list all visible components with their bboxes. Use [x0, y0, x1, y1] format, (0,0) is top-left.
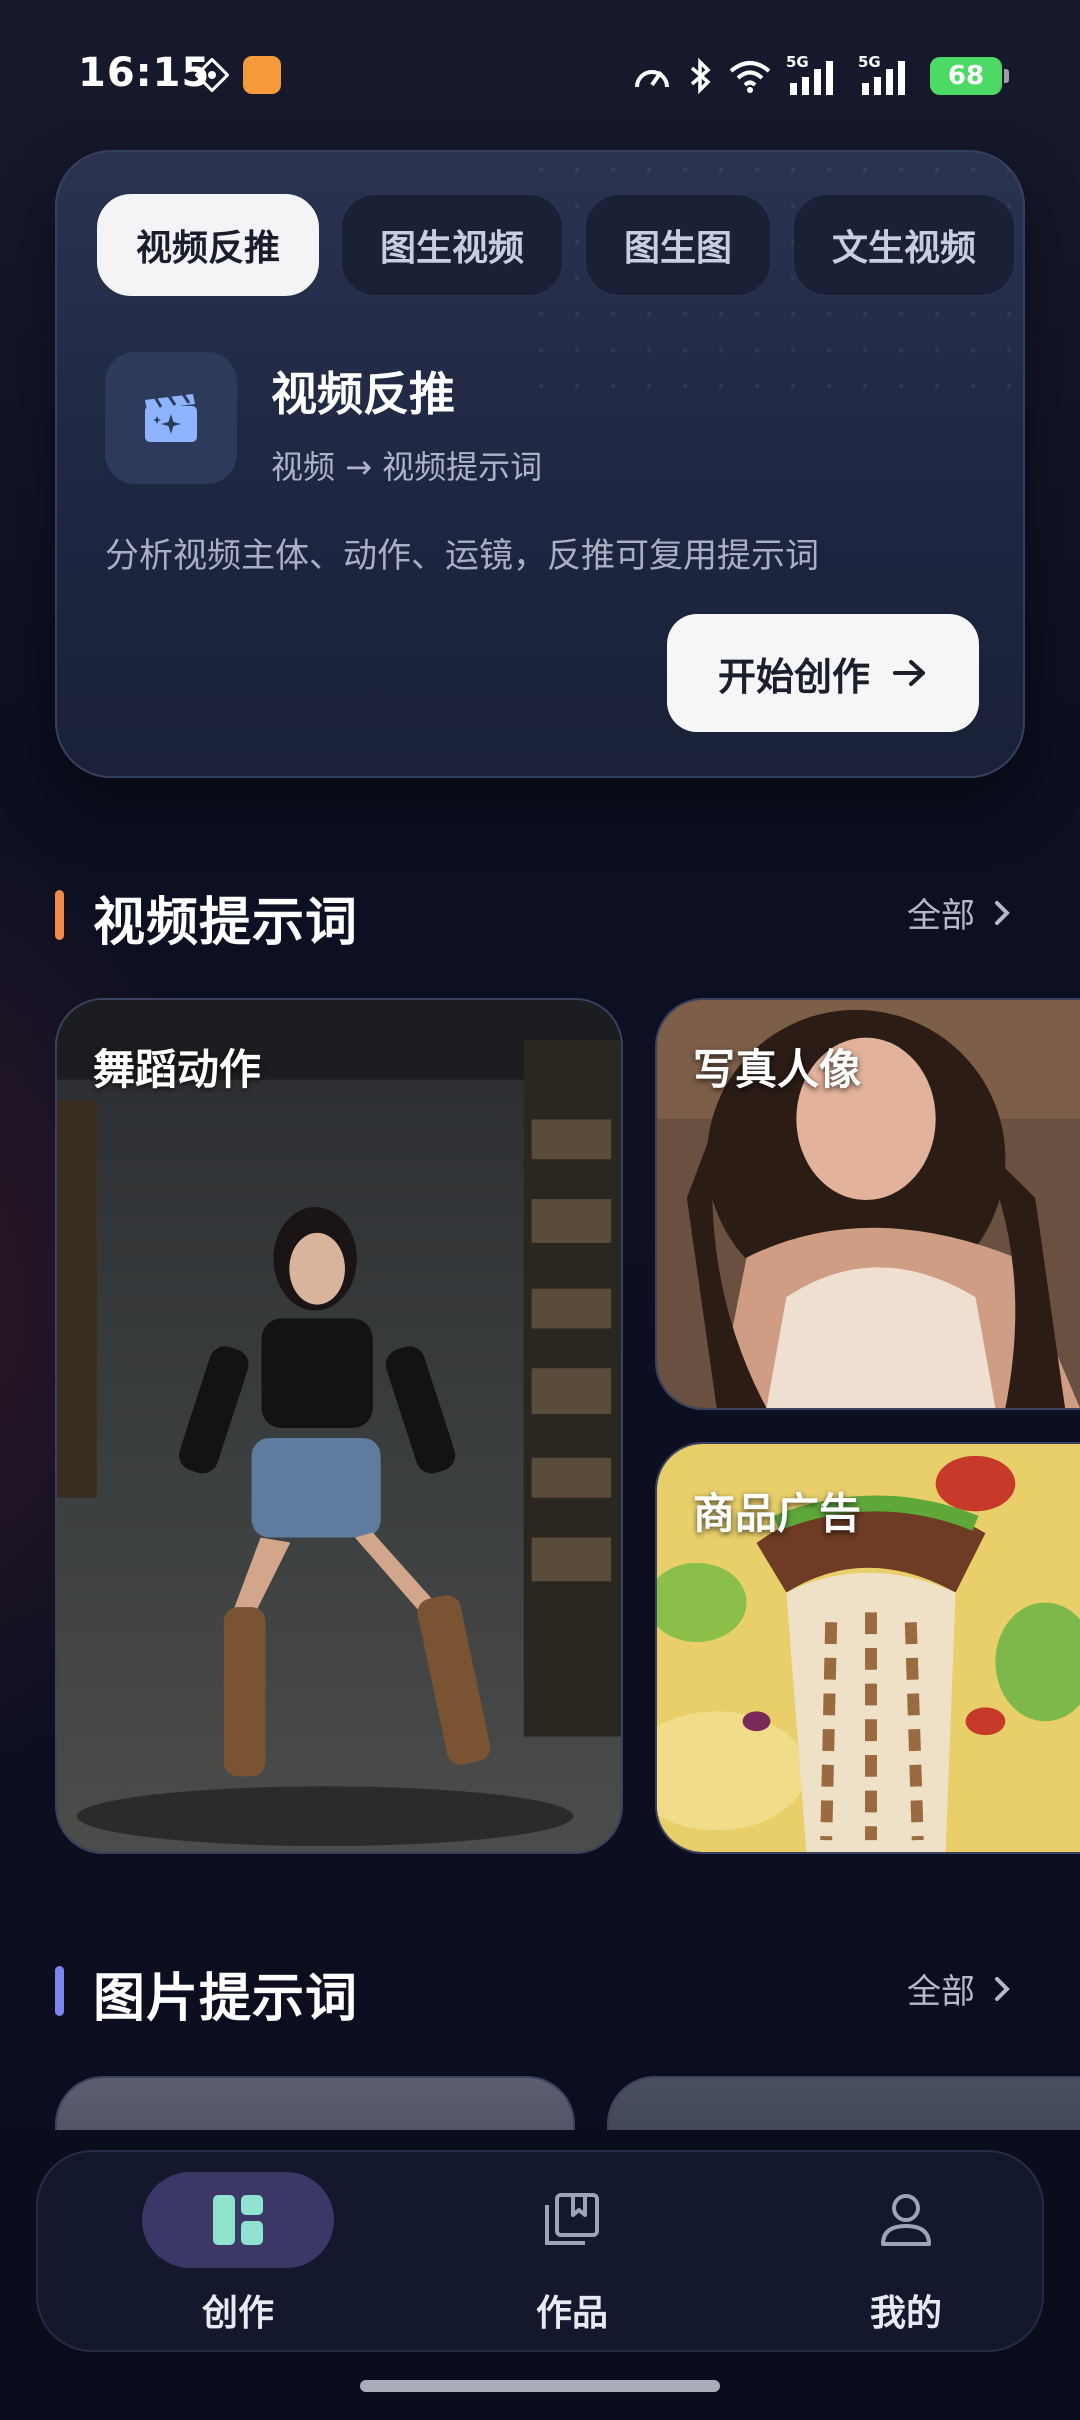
nav-active-pill — [142, 2172, 334, 2268]
chevron-right-icon — [995, 900, 1010, 925]
start-create-button[interactable]: 开始创作 — [667, 614, 979, 732]
see-all-label: 全部 — [907, 896, 975, 936]
see-all-link[interactable]: 全部 — [907, 1964, 1011, 2013]
video-sparkle-icon — [105, 352, 237, 484]
card-label: 舞蹈动作 — [93, 1045, 262, 1094]
cellular-signal-2: 5G — [858, 53, 916, 95]
feature-title: 视频反推 — [271, 367, 455, 421]
nav-pill — [476, 2172, 668, 2268]
dashboard-icon — [213, 2195, 263, 2245]
prompt-card-portrait[interactable]: 写真人像 — [655, 998, 1080, 1410]
bluetooth-icon — [690, 58, 711, 94]
tab-text-to-video[interactable]: 文生视频 — [793, 194, 1016, 296]
nav-label: 创作 — [201, 2293, 274, 2334]
nav-pill — [810, 2172, 1002, 2268]
status-bar: 16:15 5G 5G 68 — [0, 0, 1080, 150]
feature-description: 分析视频主体、动作、运镜，反推可复用提示词 — [105, 536, 819, 576]
card-label: 商品广告 — [693, 1489, 862, 1538]
app-screen: 16:15 5G 5G 68 视频反推 图生视频 图生图 文生视频 视频反推 视… — [0, 0, 1080, 2420]
nav-label: 我的 — [869, 2293, 942, 2334]
feature-subtitle: 视频 → 视频提示词 — [271, 448, 543, 486]
prompt-card-product-ad[interactable]: 商品广告 — [655, 1442, 1080, 1854]
wifi-icon — [729, 61, 771, 93]
status-time: 16:15 — [78, 50, 211, 96]
section-video-prompts: 视频提示词 全部 — [55, 876, 1025, 953]
dancing-woman-photo — [57, 1000, 621, 1852]
status-icons: 5G 5G 68 — [632, 53, 1009, 96]
bottom-nav: 创作 作品 我的 — [36, 2150, 1044, 2352]
speed-icon — [635, 70, 669, 88]
card-label: 写真人像 — [693, 1045, 862, 1094]
section-title: 图片提示词 — [93, 1969, 359, 2029]
nav-item-works[interactable]: 作品 — [462, 2172, 682, 2342]
tool-tabs: 视频反推 图生视频 图生图 文生视频 — [97, 194, 1016, 296]
prompt-card-dance[interactable]: 舞蹈动作 — [55, 998, 623, 1854]
home-indicator[interactable] — [360, 2380, 720, 2392]
battery-level: 68 — [947, 61, 985, 91]
section-title: 视频提示词 — [93, 893, 359, 953]
see-all-link[interactable]: 全部 — [907, 888, 1011, 937]
chevron-right-icon — [995, 1976, 1010, 2001]
section-image-prompts: 图片提示词 全部 — [55, 1952, 1025, 2029]
bookmark-book-icon — [545, 2193, 599, 2245]
tool-card: 视频反推 图生视频 图生图 文生视频 视频反推 视频 → 视频提示词 分析视频主… — [55, 150, 1025, 778]
see-all-label: 全部 — [907, 1972, 975, 2012]
nav-label: 作品 — [535, 2293, 608, 2334]
section-accent-bar — [55, 890, 64, 940]
battery-indicator: 68 — [930, 57, 1009, 95]
cellular-signal-1: 5G — [786, 53, 844, 95]
user-icon — [881, 2194, 931, 2246]
app-notification-icon — [195, 58, 229, 92]
start-create-label: 开始创作 — [717, 654, 870, 699]
nav-item-me[interactable]: 我的 — [796, 2172, 1016, 2342]
section-accent-bar — [55, 1966, 64, 2016]
tab-image-to-image[interactable]: 图生图 — [585, 194, 772, 296]
nav-item-create[interactable]: 创作 — [128, 2172, 348, 2342]
arrow-right-icon — [893, 660, 925, 686]
tab-image-to-video[interactable]: 图生视频 — [341, 194, 564, 296]
app-badge-icon — [243, 56, 281, 94]
tab-video-reverse[interactable]: 视频反推 — [97, 194, 320, 296]
